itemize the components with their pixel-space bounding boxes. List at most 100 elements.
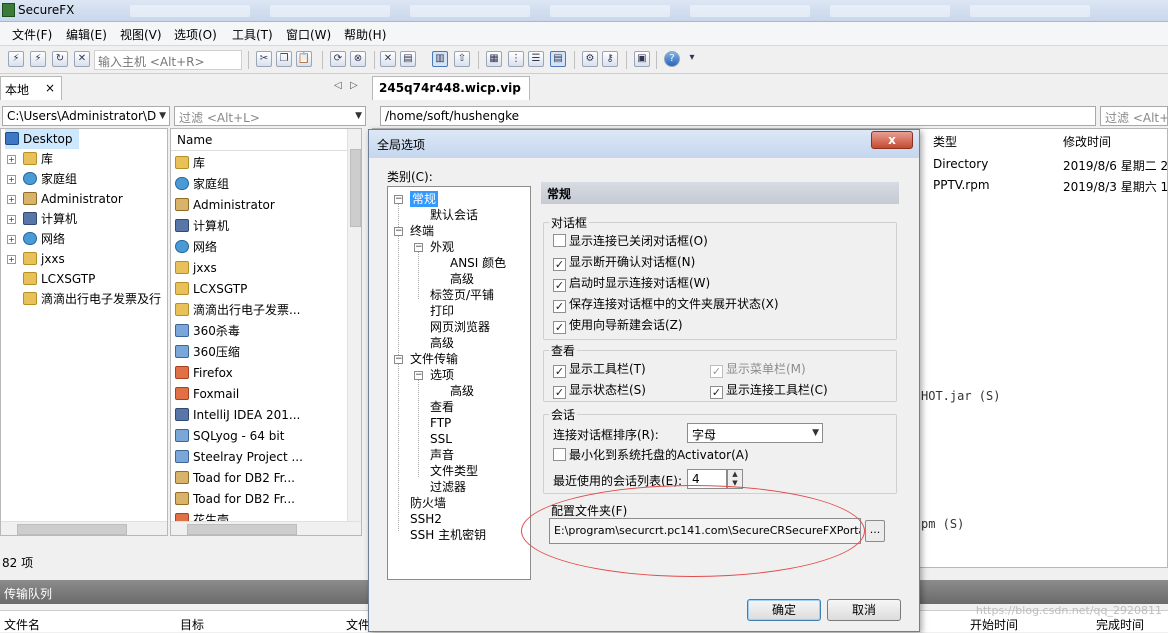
row-type[interactable]: Directory — [933, 157, 988, 171]
quick-connect-icon[interactable]: ⚡ — [30, 51, 46, 67]
check-icon[interactable]: ✓ — [710, 386, 723, 399]
category-appearance[interactable]: 外观 — [430, 239, 454, 255]
list-item[interactable]: Firefox — [175, 363, 233, 384]
help-icon[interactable]: ? — [664, 51, 680, 67]
expand-icon[interactable]: + — [7, 235, 16, 244]
list-item[interactable]: Administrator — [175, 195, 275, 216]
expand-icon[interactable]: + — [7, 215, 16, 224]
list-item[interactable]: 滴滴出行电子发票... — [175, 300, 300, 321]
collapse-icon[interactable]: − — [414, 243, 423, 252]
list-view-icon[interactable]: ☰ — [528, 51, 544, 67]
close-button[interactable]: x — [871, 131, 913, 149]
expand-icon[interactable]: + — [7, 155, 16, 164]
tree-item[interactable]: 滴滴出行电子发票及行 — [23, 289, 161, 309]
category-default-session[interactable]: 默认会话 — [430, 207, 478, 223]
category-filters[interactable]: 过滤器 — [430, 479, 466, 495]
log-icon[interactable]: ▣ — [634, 51, 650, 67]
list-item[interactable]: 库 — [175, 153, 205, 174]
large-icons-icon[interactable]: ▦ — [486, 51, 502, 67]
check-icon[interactable]: ✓ — [553, 365, 566, 378]
column-header-filename[interactable]: 文件名 — [4, 616, 40, 633]
category-advanced[interactable]: 高级 — [430, 335, 454, 351]
column-header-target[interactable]: 目标 — [180, 616, 204, 633]
quick-connect-input[interactable]: 输入主机 <Alt+R> — [94, 50, 242, 70]
tree-item[interactable]: 家庭组 — [23, 169, 77, 189]
check-icon[interactable]: ✓ — [553, 386, 566, 399]
scrollbar-thumb[interactable] — [350, 149, 361, 227]
category-advanced[interactable]: 高级 — [450, 271, 474, 287]
collapse-icon[interactable]: − — [394, 195, 403, 204]
check-icon[interactable]: ✓ — [553, 279, 566, 292]
cancel-button[interactable]: 取消 — [827, 599, 901, 621]
disconnect-icon[interactable]: ✕ — [74, 51, 90, 67]
list-item[interactable]: Foxmail — [175, 384, 239, 405]
row-type[interactable]: PPTV.rpm — [933, 178, 990, 192]
cut-icon[interactable]: ✂ — [256, 51, 272, 67]
menu-view[interactable]: 视图(V) — [120, 26, 162, 43]
list-item[interactable]: 360压缩 — [175, 342, 240, 363]
tree-item-desktop[interactable]: Desktop — [5, 129, 79, 149]
category-web-browser[interactable]: 网页浏览器 — [430, 319, 490, 335]
spin-up-icon[interactable]: ▲ — [732, 470, 737, 478]
chevron-right-icon[interactable]: ▷ — [350, 80, 358, 91]
list-item[interactable]: IntelliJ IDEA 201... — [175, 405, 300, 426]
column-header-start-time[interactable]: 开始时间 — [970, 616, 1018, 633]
chevron-down-icon[interactable]: ▼ — [159, 111, 166, 121]
collapse-icon[interactable]: − — [414, 371, 423, 380]
list-item[interactable]: 网络 — [175, 237, 217, 258]
category-file-types[interactable]: 文件类型 — [430, 463, 478, 479]
ok-button[interactable]: 确定 — [747, 599, 821, 621]
list-item[interactable]: 家庭组 — [175, 174, 229, 195]
tree-item[interactable]: jxxs — [23, 249, 65, 269]
list-item[interactable]: LCXSGTP — [175, 279, 247, 300]
horizontal-scrollbar[interactable] — [171, 521, 361, 535]
checkbox-connect-on-startup[interactable]: ✓ 启动时显示连接对话框(W) — [553, 276, 710, 292]
list-item[interactable]: 360杀毒 — [175, 321, 240, 342]
copy-icon[interactable]: ❐ — [276, 51, 292, 67]
vertical-scrollbar[interactable] — [347, 129, 361, 521]
checkbox-show-connect-toolbar[interactable]: ✓ 显示连接工具栏(C) — [710, 383, 828, 399]
list-item[interactable]: jxxs — [175, 258, 217, 279]
list-item[interactable]: Toad for DB2 Fr... — [175, 468, 295, 489]
category-ssh-host-keys[interactable]: SSH 主机密钥 — [410, 527, 486, 543]
browse-button[interactable]: ... — [865, 520, 885, 542]
category-sound[interactable]: 声音 — [430, 447, 454, 463]
close-icon[interactable]: × — [45, 81, 55, 95]
category-advanced[interactable]: 高级 — [450, 383, 474, 399]
horizontal-scrollbar[interactable] — [1, 521, 167, 535]
checkbox-use-wizard[interactable]: ✓ 使用向导新建会话(Z) — [553, 318, 683, 334]
category-firewall[interactable]: 防火墙 — [410, 495, 446, 511]
chevron-down-icon[interactable]: ▼ — [355, 111, 362, 121]
checkbox-show-closed-dialog[interactable]: 显示连接已关闭对话框(O) — [553, 234, 708, 248]
chevron-down-icon[interactable]: ▼ — [812, 428, 819, 438]
remote-path-input[interactable]: /home/soft/hushengke — [380, 106, 1096, 126]
column-header-modified[interactable]: 修改时间 — [1063, 133, 1111, 150]
expand-icon[interactable]: + — [7, 195, 16, 204]
category-view[interactable]: 查看 — [430, 399, 454, 415]
remote-filter-input[interactable]: 过滤 <Alt+L> — [1100, 106, 1168, 126]
tab-remote-session[interactable]: 245q74r448.wicp.vip — [372, 76, 530, 100]
checkbox-show-statusbar[interactable]: ✓ 显示状态栏(S) — [553, 383, 646, 399]
scrollbar-thumb[interactable] — [187, 524, 297, 535]
category-ssl[interactable]: SSL — [430, 431, 452, 447]
checkbox-show-toolbar[interactable]: ✓ 显示工具栏(T) — [553, 362, 646, 378]
category-ssh2[interactable]: SSH2 — [410, 511, 442, 527]
menu-edit[interactable]: 编辑(E) — [66, 26, 107, 43]
check-icon[interactable]: ✓ — [553, 258, 566, 271]
reconnect-icon[interactable]: ↻ — [52, 51, 68, 67]
category-ftp[interactable]: FTP — [430, 415, 451, 431]
menu-options[interactable]: 选项(O) — [174, 26, 217, 43]
menu-help[interactable]: 帮助(H) — [344, 26, 386, 43]
collapse-icon[interactable]: − — [394, 227, 403, 236]
tree-item[interactable]: 库 — [23, 149, 53, 169]
chevron-down-icon[interactable]: ▾ — [684, 51, 700, 67]
refresh-icon[interactable]: ⟳ — [330, 51, 346, 67]
sort-select[interactable]: 字母 ▼ — [687, 423, 823, 443]
stop-icon[interactable]: ⊗ — [350, 51, 366, 67]
tree-item[interactable]: Administrator — [23, 189, 123, 209]
tree-item[interactable]: LCXSGTP — [23, 269, 95, 289]
expand-icon[interactable]: + — [7, 255, 16, 264]
menu-tools[interactable]: 工具(T) — [232, 26, 273, 43]
paste-icon[interactable]: 📋 — [296, 51, 312, 67]
list-item[interactable]: SQLyog - 64 bit — [175, 426, 284, 447]
